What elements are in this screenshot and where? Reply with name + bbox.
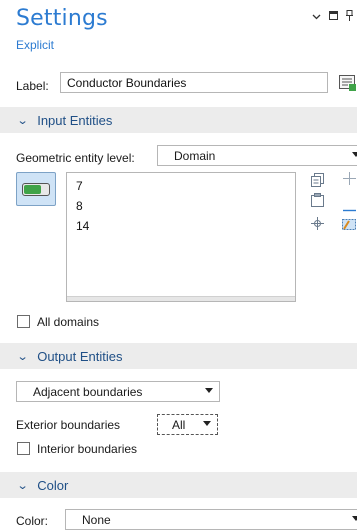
section-title: Output Entities (37, 348, 123, 364)
add-icon[interactable] (343, 172, 356, 188)
output-entities-value: Adjacent boundaries (33, 384, 143, 399)
horizontal-scrollbar[interactable] (67, 296, 295, 301)
list-item[interactable]: 14 (76, 219, 89, 233)
chevron-down-icon: ⌄ (16, 114, 29, 127)
chevron-down-icon: ⌄ (16, 479, 29, 492)
section-title: Input Entities (37, 112, 113, 128)
zoom-to-selection-icon[interactable] (311, 217, 324, 233)
section-color[interactable]: ⌄ Color (0, 472, 357, 498)
label-input[interactable] (60, 72, 328, 93)
caret-down-icon (203, 421, 211, 426)
all-domains-checkbox[interactable] (17, 315, 30, 328)
paste-icon[interactable] (311, 193, 324, 210)
chevron-down-icon[interactable] (312, 11, 321, 23)
copy-icon[interactable] (311, 173, 324, 190)
exterior-boundaries-value: All (172, 417, 186, 432)
pin-icon[interactable] (346, 10, 353, 24)
chevron-down-icon: ⌄ (16, 350, 29, 363)
color-select[interactable]: None (65, 509, 357, 530)
exterior-boundaries-select[interactable]: All (157, 414, 218, 435)
remove-icon[interactable] (343, 200, 356, 215)
panel-subtitle: Explicit (16, 38, 55, 52)
section-output-entities[interactable]: ⌄ Output Entities (0, 343, 357, 369)
panel-title: Settings (16, 6, 108, 31)
all-domains-label: All domains (37, 315, 100, 329)
output-entities-select[interactable]: Adjacent boundaries (16, 381, 220, 402)
geometric-level-label: Geometric entity level: (16, 151, 135, 165)
section-input-entities[interactable]: ⌄ Input Entities (0, 107, 357, 133)
interior-boundaries-checkbox[interactable] (17, 442, 30, 455)
caret-down-icon (352, 152, 357, 157)
list-item[interactable]: 7 (76, 179, 83, 193)
color-label: Color: (16, 514, 49, 528)
geometric-level-value: Domain (174, 148, 216, 163)
label-field-label: Label: (16, 79, 49, 93)
panel-window-controls (312, 10, 353, 24)
geometric-level-select[interactable]: Domain (157, 145, 357, 166)
interior-boundaries-label: Interior boundaries (37, 442, 138, 456)
color-value: None (82, 512, 111, 527)
caret-down-icon (205, 388, 213, 393)
label-details-icon[interactable] (338, 73, 357, 92)
list-item[interactable]: 8 (76, 199, 83, 213)
section-title: Color (37, 477, 69, 493)
clear-selection-icon[interactable] (342, 217, 357, 234)
toggle-switch-icon (22, 183, 50, 196)
caret-down-icon (352, 516, 357, 521)
selection-active-toggle[interactable] (16, 172, 56, 206)
selection-list[interactable]: 7 8 14 (66, 172, 296, 302)
maximize-icon[interactable] (329, 11, 338, 23)
exterior-boundaries-label: Exterior boundaries (16, 418, 121, 432)
